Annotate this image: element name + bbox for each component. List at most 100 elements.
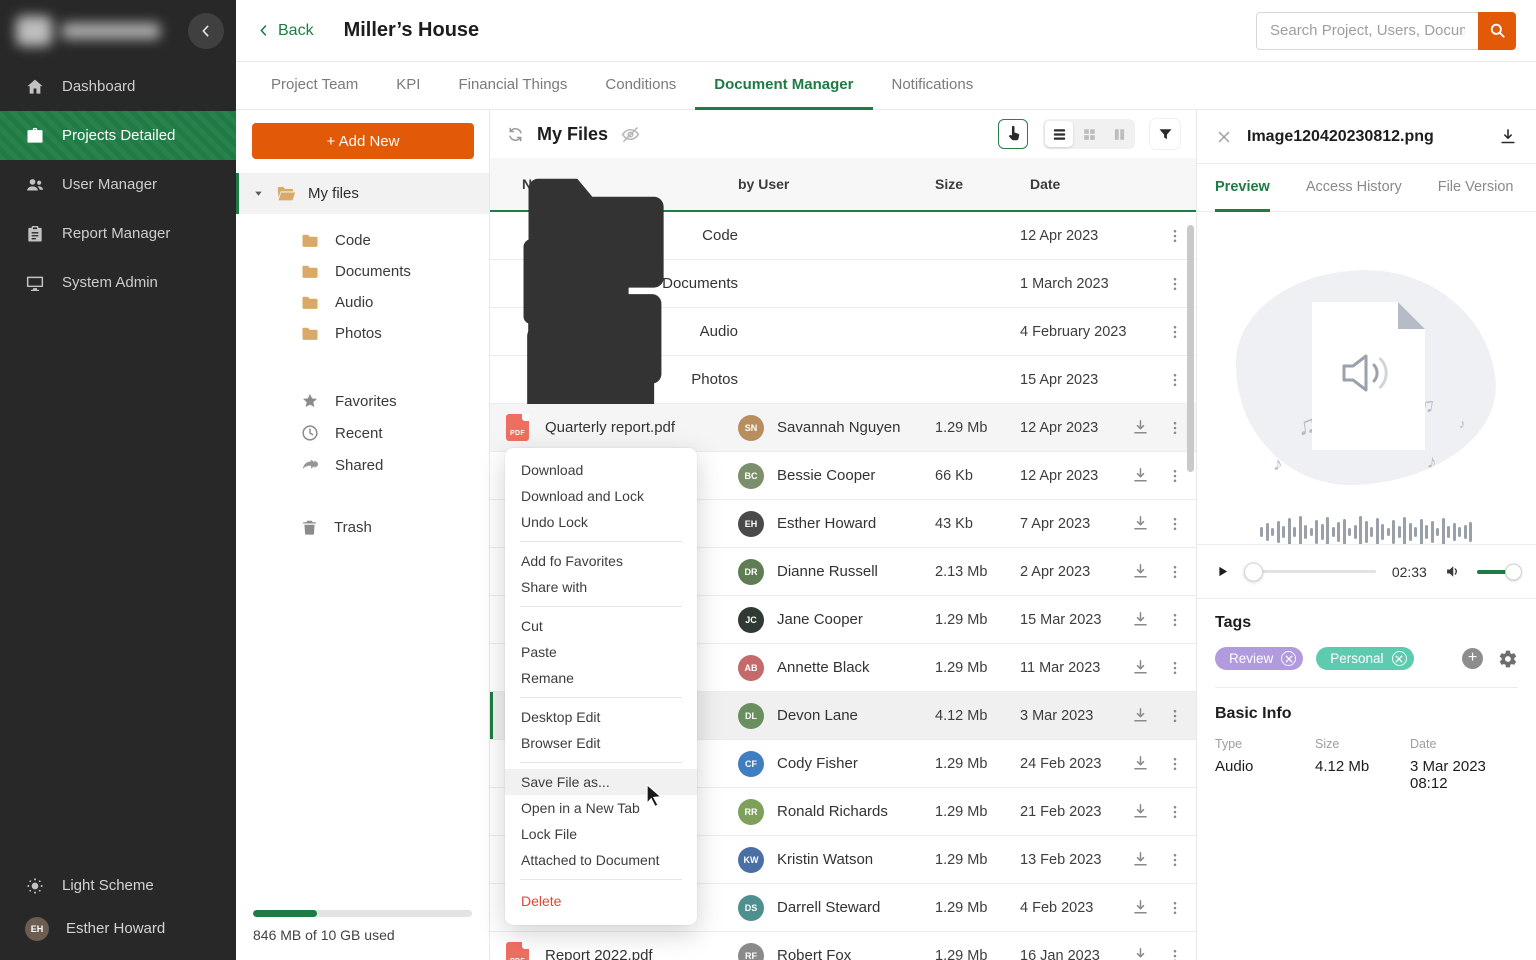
table-row-quarterly-report-pdf[interactable]: PDFQuarterly report.pdfSNSavannah Nguyen…: [490, 404, 1196, 452]
file-size-cell: 43 Kb: [935, 516, 1020, 532]
download-icon[interactable]: [1131, 658, 1150, 677]
touch-select-button[interactable]: [998, 119, 1028, 149]
remove-tag-icon[interactable]: [1281, 651, 1296, 666]
sidebar-item-report-manager[interactable]: Report Manager: [0, 209, 236, 258]
avatar: EH: [738, 511, 764, 537]
kebab-menu-icon[interactable]: [1166, 947, 1184, 960]
sidebar-item-projects-detailed[interactable]: Projects Detailed: [0, 111, 236, 160]
menu-item-add-fo-favorites[interactable]: Add fo Favorites: [505, 548, 697, 574]
kebab-menu-icon[interactable]: [1166, 227, 1184, 245]
tab-notifications[interactable]: Notifications: [873, 62, 993, 110]
kebab-menu-icon[interactable]: [1166, 275, 1184, 293]
volume-knob[interactable]: [1505, 563, 1522, 580]
download-icon[interactable]: [1131, 898, 1150, 917]
sidebar-item-user-manager[interactable]: User Manager: [0, 160, 236, 209]
volume-slider[interactable]: [1477, 570, 1518, 574]
filter-button[interactable]: [1150, 119, 1180, 149]
download-icon[interactable]: [1498, 127, 1518, 147]
download-icon[interactable]: [1131, 466, 1150, 485]
search-input[interactable]: [1256, 12, 1478, 50]
tree-item-documents[interactable]: Documents: [236, 256, 489, 287]
menu-item-cut[interactable]: Cut: [505, 613, 697, 639]
add-tag-button[interactable]: +: [1462, 648, 1483, 669]
download-icon[interactable]: [1131, 610, 1150, 629]
tree-item-recent[interactable]: Recent: [236, 417, 489, 449]
download-icon[interactable]: [1131, 418, 1150, 437]
back-button[interactable]: Back: [256, 22, 314, 40]
kebab-menu-icon[interactable]: [1166, 803, 1184, 821]
detail-tab-file-version[interactable]: File Version: [1438, 164, 1514, 212]
eye-off-icon[interactable]: [620, 124, 641, 145]
add-new-button[interactable]: + Add New: [252, 123, 474, 159]
tree-item-shared[interactable]: Shared: [236, 449, 489, 481]
progress-slider[interactable]: [1247, 570, 1376, 573]
search-button[interactable]: [1478, 12, 1516, 50]
sidebar-item-dashboard[interactable]: Dashboard: [0, 62, 236, 111]
tree-item-photos[interactable]: Photos: [236, 318, 489, 349]
download-icon[interactable]: [1131, 802, 1150, 821]
menu-item-lock-file[interactable]: Lock File: [505, 821, 697, 847]
kebab-menu-icon[interactable]: [1166, 755, 1184, 773]
kebab-menu-icon[interactable]: [1166, 515, 1184, 533]
tab-document-manager[interactable]: Document Manager: [695, 62, 872, 110]
tab-conditions[interactable]: Conditions: [586, 62, 695, 110]
menu-item-open-in-a-new-tab[interactable]: Open in a New Tab: [505, 795, 697, 821]
kebab-menu-icon[interactable]: [1166, 323, 1184, 341]
menu-item-save-file-as[interactable]: Save File as...: [505, 769, 697, 795]
menu-item-desktop-edit[interactable]: Desktop Edit: [505, 704, 697, 730]
download-icon[interactable]: [1131, 850, 1150, 869]
menu-item-download-and-lock[interactable]: Download and Lock: [505, 483, 697, 509]
table-row-photos[interactable]: Photos15 Apr 2023: [490, 356, 1196, 404]
kebab-menu-icon[interactable]: [1166, 899, 1184, 917]
refresh-icon[interactable]: [506, 125, 525, 144]
columns-view-button[interactable]: [1105, 121, 1133, 147]
kebab-menu-icon[interactable]: [1166, 371, 1184, 389]
download-icon[interactable]: [1131, 946, 1150, 960]
table-row-report-2022-pdf[interactable]: PDFReport 2022.pdfRFRobert Fox1.29 Mb16 …: [490, 932, 1196, 960]
grid-view-button[interactable]: [1075, 121, 1103, 147]
menu-item-share-with[interactable]: Share with: [505, 574, 697, 600]
sidebar-item-system-admin[interactable]: System Admin: [0, 258, 236, 307]
scrollbar-thumb[interactable]: [1187, 225, 1194, 472]
kebab-menu-icon[interactable]: [1166, 659, 1184, 677]
kebab-menu-icon[interactable]: [1166, 467, 1184, 485]
tree-item-favorites[interactable]: Favorites: [236, 385, 489, 417]
download-icon[interactable]: [1131, 514, 1150, 533]
users-icon: [25, 175, 45, 195]
menu-item-attached-to-document[interactable]: Attached to Document: [505, 847, 697, 873]
kebab-menu-icon[interactable]: [1166, 611, 1184, 629]
menu-divider: [520, 606, 682, 607]
menu-item-delete[interactable]: Delete: [505, 886, 697, 916]
tab-kpi[interactable]: KPI: [377, 62, 439, 110]
remove-tag-icon[interactable]: [1392, 651, 1407, 666]
menu-item-paste[interactable]: Paste: [505, 639, 697, 665]
menu-item-undo-lock[interactable]: Undo Lock: [505, 509, 697, 535]
list-view-button[interactable]: [1045, 121, 1073, 147]
sidebar-footer-esther-howard[interactable]: EHEsther Howard: [0, 907, 236, 950]
detail-tab-preview[interactable]: Preview: [1215, 164, 1270, 212]
volume-icon[interactable]: [1444, 561, 1463, 582]
sidebar-collapse-button[interactable]: [188, 13, 224, 49]
download-icon[interactable]: [1131, 706, 1150, 725]
tab-financial-things[interactable]: Financial Things: [439, 62, 586, 110]
tree-item-code[interactable]: Code: [236, 225, 489, 256]
menu-item-remane[interactable]: Remane: [505, 665, 697, 691]
progress-knob[interactable]: [1244, 562, 1263, 581]
kebab-menu-icon[interactable]: [1166, 707, 1184, 725]
menu-item-browser-edit[interactable]: Browser Edit: [505, 730, 697, 756]
kebab-menu-icon[interactable]: [1166, 563, 1184, 581]
tab-project-team[interactable]: Project Team: [252, 62, 377, 110]
close-icon[interactable]: [1215, 128, 1233, 146]
detail-tab-access-history[interactable]: Access History: [1306, 164, 1402, 212]
gear-icon[interactable]: [1498, 649, 1518, 669]
sidebar-footer-light-scheme[interactable]: Light Scheme: [0, 864, 236, 907]
download-icon[interactable]: [1131, 562, 1150, 581]
tree-item-trash[interactable]: Trash: [236, 511, 489, 543]
download-icon[interactable]: [1131, 754, 1150, 773]
kebab-menu-icon[interactable]: [1166, 419, 1184, 437]
kebab-menu-icon[interactable]: [1166, 851, 1184, 869]
tree-item-audio[interactable]: Audio: [236, 287, 489, 318]
play-icon[interactable]: [1215, 563, 1230, 580]
tree-item-my-files[interactable]: My files: [236, 173, 489, 214]
menu-item-download[interactable]: Download: [505, 457, 697, 483]
